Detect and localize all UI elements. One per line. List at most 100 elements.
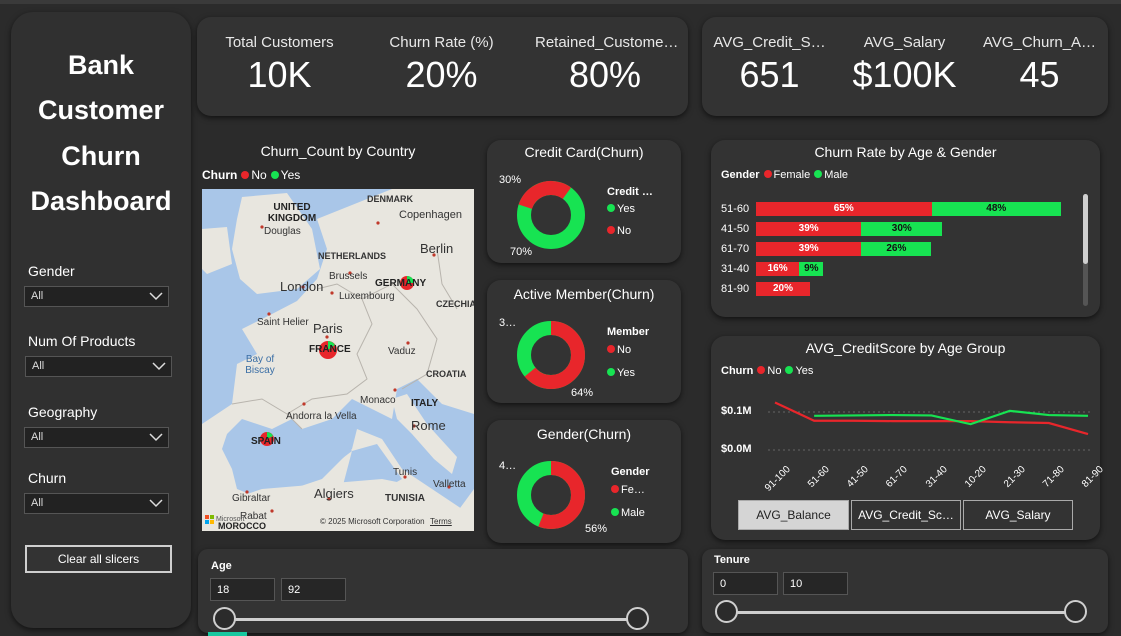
legend-label: Yes [617,367,635,379]
kpi-label: AVG_Credit_S… [713,34,826,51]
churn-slicer-dropdown[interactable]: All [24,493,169,514]
num-products-slicer-dropdown[interactable]: All [25,356,172,377]
map-label-netherlands: NETHERLANDS [318,251,387,261]
female-bar[interactable]: 39% [756,222,862,236]
kpi-label: Total Customers [225,34,334,51]
clear-all-slicers-button[interactable]: Clear all slicers [25,545,172,573]
map-title: Churn_Count by Country [260,143,416,159]
age-slicer-label: Age [211,560,232,572]
tenure-slider-track[interactable] [727,611,1075,614]
scrollbar-thumb[interactable] [1083,194,1088,264]
map-label-tunis: Tunis [393,467,418,478]
num-products-slicer-label: Num Of Products [28,333,136,349]
age-min-input[interactable]: 18 [210,578,275,601]
tenure-slider-max-handle[interactable] [1064,600,1087,623]
x-tick-label: 81-90 [1079,464,1106,490]
map-view[interactable]: UNITED KINGDOM Douglas London DENMARK Co… [202,189,474,531]
map-label-germany: GERMANY [375,278,427,289]
female-bar[interactable]: 20% [756,282,810,296]
kpi-value: 10K [247,54,312,95]
map-label-gibraltar: Gibraltar [232,493,271,504]
kpi-label: Retained_Custome… [535,34,679,51]
tab-avg-balance[interactable]: AVG_Balance [738,500,849,530]
age-slider-track[interactable] [225,618,637,621]
map-label-brussels: Brussels [329,271,368,282]
y-category-label: 41-50 [721,223,750,235]
donut-legend-item-1: Yes [607,203,635,215]
donut-legend-title: Gender [611,466,650,478]
legend-label: No [617,225,632,237]
legend-no-dot [607,345,615,353]
tenure-slider-min-handle[interactable] [715,600,738,623]
age-max-input[interactable]: 92 [281,578,346,601]
active-member-churn-card: Active Member(Churn) 3… 64% Member No Ye… [487,280,681,403]
female-bar[interactable]: 65% [756,202,932,216]
map-label-copenhagen: Copenhagen [399,209,463,221]
donut-label-bottom: 64% [571,387,594,399]
age-gender-chart-card: Churn Rate by Age & Gender Gender Female M… [711,140,1100,317]
chevron-down-icon [149,292,163,301]
donut-legend-item-1: No [607,344,631,356]
num-products-slicer-value: All [32,360,45,372]
churn-slicer-label: Churn [28,470,67,486]
kpi-value: 651 [739,54,800,95]
kpi-card-right: AVG_Credit_S… 651 AVG_Salary $100K AVG_C… [702,17,1108,116]
chevron-down-icon [149,499,163,508]
map-label-tunisia: TUNISIA [385,493,425,504]
sidebar: Bank Customer Churn Dashboard Gender All… [11,12,191,628]
age-slider-min-handle[interactable] [213,607,236,630]
gender-donut[interactable] [513,457,589,533]
gender-slicer-dropdown[interactable]: All [24,286,169,307]
map-label-douglas: Douglas [264,226,301,237]
kpi-total-customers: Total Customers 10K [212,34,347,96]
map-legend-yes: Yes [280,168,301,182]
map-label-algiers: Algiers [314,486,354,501]
donut-legend-title: Member [607,326,650,338]
geography-slicer-dropdown[interactable]: All [24,427,169,448]
kpi-card-left: Total Customers 10K Churn Rate (%) 20% R… [197,17,688,116]
tenure-max-input[interactable]: 10 [783,572,848,595]
map-label-bay-of-biscay: Bay of Biscay [245,354,275,376]
male-bar[interactable]: 48% [931,202,1062,216]
donut-title: Active Member(Churn) [513,286,655,302]
map-copyright: © 2025 Microsoft Corporation [320,517,425,526]
map-label-london: London [280,279,324,294]
credit-card-donut[interactable] [513,177,589,253]
male-bar[interactable]: 9% [799,262,824,276]
scrollbar-track[interactable] [1083,194,1088,306]
legend-no-dot [241,171,250,179]
kpi-avg-churn-age: AVG_Churn_A… 45 [977,34,1102,96]
legend-label: Male [621,507,645,519]
donut-title: Gender(Churn) [536,426,632,442]
donut-label-bottom: 56% [585,523,608,535]
tenure-slicer-card: Tenure 0 10 [702,549,1108,633]
map-label-croatia: CROATIA [426,369,467,379]
map-label-monaco: Monaco [360,395,396,406]
donut-legend-item-2: Yes [607,367,635,379]
legend-no-dot [607,226,615,234]
tab-avg-salary[interactable]: AVG_Salary [963,500,1073,530]
donut-legend-title: Credit … [607,186,653,198]
female-bar[interactable]: 39% [756,242,862,256]
kpi-value: 20% [405,54,478,95]
active-member-donut[interactable] [513,317,589,393]
female-bar[interactable]: 16% [756,262,800,276]
map-label-berlin: Berlin [420,241,454,256]
map-label-vaduz: Vaduz [388,346,416,357]
donut-legend-item-2: No [607,225,631,237]
age-gender-bars: 51-60 65% 48% 41-50 39% 30% 61-70 39% 26% 31-40 16… [711,140,1100,317]
male-bar[interactable]: 26% [861,242,932,256]
donut-label-bottom: 70% [510,246,533,258]
kpi-value: 80% [568,54,642,95]
kpi-retained-customers: Retained_Custome… 80% [535,34,679,96]
donut-title: Credit Card(Churn) [524,144,644,160]
map-terms-link[interactable]: Terms [430,517,452,526]
tenure-min-input[interactable]: 0 [713,572,778,595]
tab-avg-credit-score[interactable]: AVG_Credit_Sc… [851,500,961,530]
male-bar[interactable]: 30% [861,222,943,236]
age-slider-max-handle[interactable] [626,607,649,630]
kpi-label: AVG_Churn_A… [982,34,1097,51]
map-label-andorra: Andorra la Vella [286,411,357,422]
churn-slicer-value: All [31,497,44,509]
geography-slicer-label: Geography [28,404,98,420]
